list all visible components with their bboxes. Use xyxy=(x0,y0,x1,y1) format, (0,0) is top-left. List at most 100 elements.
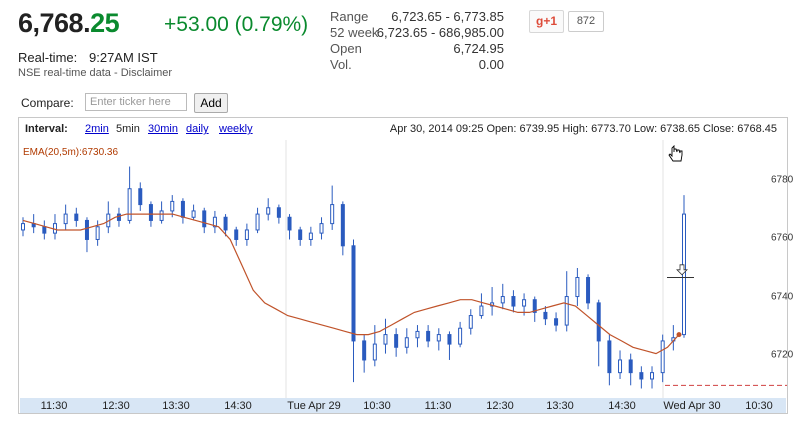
quote-price: 6,768.25 xyxy=(18,8,120,38)
stat-value: 6,724.95 xyxy=(453,41,504,56)
price-decimal: 25 xyxy=(90,8,120,38)
stat-label: Open xyxy=(330,41,362,56)
candle-body xyxy=(468,315,473,329)
stat-value: 0.00 xyxy=(478,57,504,72)
stat-row-52week: 52 week 6,723.65 - 686,985.00 xyxy=(330,25,504,41)
stat-row-range: Range 6,723.65 - 6,773.85 xyxy=(330,9,504,25)
compare-bar: Compare: Add xyxy=(19,93,789,113)
candle-body xyxy=(564,296,569,326)
candle-body xyxy=(639,372,644,380)
candle-body xyxy=(383,334,388,345)
stat-row-vol: Vol. 0.00 xyxy=(330,57,504,73)
candle-body xyxy=(372,343,377,361)
candle-body xyxy=(426,330,431,342)
x-tick: 10:30 xyxy=(745,400,773,412)
candle-body xyxy=(287,216,292,231)
candle-body xyxy=(74,213,79,221)
stat-value: 6,723.65 - 686,985.00 xyxy=(376,25,504,40)
candle-body xyxy=(191,210,196,218)
candle-body xyxy=(650,372,655,380)
candle-body xyxy=(330,204,335,225)
candle-body xyxy=(255,213,260,231)
candle-body xyxy=(159,210,164,221)
add-button[interactable]: Add xyxy=(194,93,228,113)
candle-body xyxy=(148,204,153,221)
candle-body xyxy=(202,210,207,228)
candle-body xyxy=(415,330,420,339)
candle-body xyxy=(138,188,143,206)
candle-body xyxy=(244,229,249,240)
candle-body xyxy=(618,359,623,374)
chart-panel: Interval: 2min 5min 30min daily weekly A… xyxy=(18,117,793,414)
candle-body xyxy=(586,277,591,304)
price-integer: 6,768. xyxy=(18,8,91,38)
x-tick: 12:30 xyxy=(486,400,514,412)
candle-body xyxy=(63,213,68,225)
y-tick-6760: 6760 xyxy=(771,232,794,244)
candle-body xyxy=(575,277,580,298)
ema-line xyxy=(22,213,680,355)
candle-body xyxy=(308,232,313,240)
realtime-row: Real-time: 9:27AM IST xyxy=(18,50,158,65)
candle-body xyxy=(266,207,271,215)
candle-body xyxy=(500,296,505,304)
price-change: +53.00 (0.79%) xyxy=(164,13,309,36)
x-tick: 10:30 xyxy=(363,400,391,412)
candle-body xyxy=(362,340,367,361)
candle-body xyxy=(522,299,527,307)
x-tick: 11:30 xyxy=(40,400,68,412)
price-chart[interactable] xyxy=(19,118,787,413)
nse-disclaimer[interactable]: NSE real-time data - Disclaimer xyxy=(18,67,172,79)
candle-body xyxy=(340,204,345,247)
stat-label: Vol. xyxy=(330,57,352,72)
x-tick: 14:30 xyxy=(608,400,636,412)
candle-body xyxy=(319,223,324,234)
candle-body xyxy=(223,216,228,231)
realtime-time: 9:27AM IST xyxy=(89,50,158,65)
x-axis: 11:30 12:30 13:30 14:30 Tue Apr 29 10:30… xyxy=(20,398,786,413)
candle-body xyxy=(298,229,303,240)
x-tick: 12:30 xyxy=(102,400,130,412)
candle-body xyxy=(42,226,47,234)
candle-body xyxy=(628,359,633,374)
candle-body xyxy=(554,318,559,326)
stat-label: Range xyxy=(330,9,369,24)
candle-body xyxy=(543,311,548,320)
candle-body xyxy=(180,200,185,218)
realtime-label: Real-time: xyxy=(18,50,78,65)
y-tick-6780: 6780 xyxy=(771,174,794,186)
candle-body xyxy=(116,213,121,221)
stat-label: 52 week xyxy=(330,25,379,40)
candle-body xyxy=(276,207,281,218)
candle-body xyxy=(84,219,89,240)
stats-table: Range 6,723.65 - 6,773.85 52 week 6,723.65… xyxy=(330,9,504,73)
y-tick-6720: 6720 xyxy=(771,349,794,361)
candle-body xyxy=(458,327,463,345)
compare-label: Compare: xyxy=(21,96,74,110)
compare-ticker-input[interactable] xyxy=(85,93,187,111)
candle-body xyxy=(511,296,516,307)
candle-body xyxy=(479,305,484,317)
candle-body xyxy=(394,334,399,348)
candle-body xyxy=(404,337,409,348)
ema-last-point xyxy=(676,332,682,338)
stat-value: 6,723.65 - 6,773.85 xyxy=(391,9,504,24)
candle-body xyxy=(170,200,175,212)
candle-body xyxy=(596,302,601,342)
candle-body xyxy=(21,223,25,231)
x-tick: 14:30 xyxy=(224,400,252,412)
hand-cursor-icon xyxy=(668,144,683,162)
candle-body xyxy=(351,245,356,342)
x-tick: 13:30 xyxy=(546,400,574,412)
candle-body xyxy=(234,229,239,240)
candle-body xyxy=(660,340,665,374)
x-tick: Tue Apr 29 xyxy=(287,400,341,412)
candle-body xyxy=(436,334,441,342)
gplus-button[interactable]: g+1 xyxy=(529,10,564,33)
candle-body xyxy=(447,334,452,345)
stat-row-open: Open 6,724.95 xyxy=(330,41,504,57)
x-tick: Wed Apr 30 xyxy=(663,400,721,412)
x-tick: 11:30 xyxy=(424,400,452,412)
x-tick: 13:30 xyxy=(162,400,190,412)
candle-body xyxy=(95,226,100,240)
